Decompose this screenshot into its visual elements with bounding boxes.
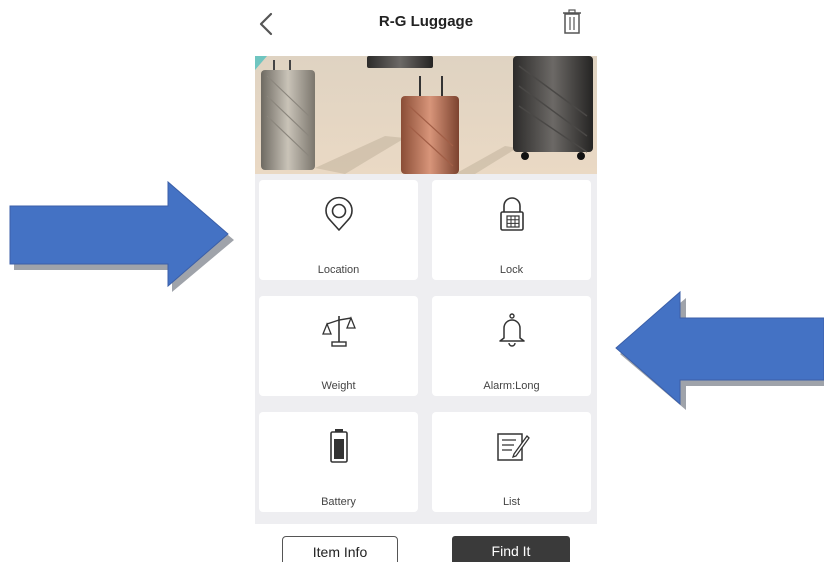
- tile-battery-label: Battery: [321, 496, 356, 508]
- tile-battery[interactable]: Battery: [259, 412, 418, 512]
- tile-location-label: Location: [317, 264, 360, 276]
- padlock-icon: [492, 194, 532, 234]
- right-pointing-arrow: [9, 180, 234, 292]
- battery-icon: [319, 426, 359, 466]
- list-edit-icon: [492, 426, 532, 466]
- tile-lock[interactable]: Lock: [432, 180, 591, 280]
- tile-alarm[interactable]: Alarm:Long: [432, 296, 591, 396]
- tile-weight[interactable]: Weight: [259, 296, 418, 396]
- find-it-button[interactable]: Find It: [452, 536, 570, 562]
- feature-grid: Location Lock Weight Alarm:Long Battery …: [255, 174, 597, 524]
- delete-button[interactable]: [561, 9, 583, 35]
- page-title: R-G Luggage: [378, 13, 474, 30]
- bell-icon: [492, 310, 532, 350]
- tile-lock-label: Lock: [499, 264, 524, 276]
- tile-location[interactable]: Location: [259, 180, 418, 280]
- tile-alarm-label: Alarm:Long: [483, 380, 540, 392]
- item-info-button[interactable]: Item Info: [282, 536, 398, 562]
- tile-list[interactable]: List: [432, 412, 591, 512]
- stage: R-G Luggage Location Lock Weight Alarm:L…: [0, 0, 824, 562]
- trash-icon: [563, 9, 581, 34]
- tile-list-label: List: [502, 496, 521, 508]
- phone-screen: R-G Luggage Location Lock Weight Alarm:L…: [255, 0, 597, 562]
- location-pin-icon: [319, 194, 359, 234]
- top-bar: R-G Luggage: [255, 0, 597, 56]
- scale-icon: [319, 310, 359, 350]
- left-pointing-arrow: [615, 290, 824, 410]
- tile-weight-label: Weight: [321, 380, 356, 392]
- luggage-banner-image: [255, 56, 597, 174]
